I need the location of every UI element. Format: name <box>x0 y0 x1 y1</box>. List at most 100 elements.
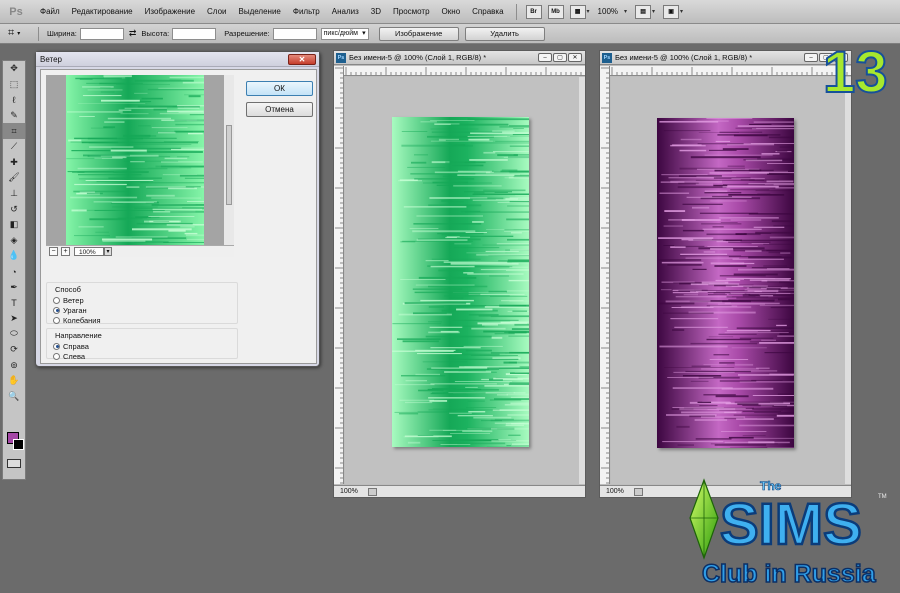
horizontal-ruler[interactable] <box>344 66 585 76</box>
wind-streak <box>452 164 484 167</box>
menu-window[interactable]: Окно <box>436 7 467 16</box>
menu-select[interactable]: Выделение <box>232 7 286 16</box>
minimize-icon[interactable]: – <box>804 53 818 62</box>
paint-bucket-tool-icon[interactable]: ◈ <box>3 233 25 249</box>
wind-streak <box>500 321 529 324</box>
chevron-down-icon[interactable]: ▾ <box>104 247 112 256</box>
document-titlebar[interactable]: Ps Без имени-5 @ 100% (Слой 1, RGB/8) * … <box>334 51 585 65</box>
marquee-tool-icon[interactable]: ⬚ <box>3 77 25 93</box>
preview-scroll-thumb[interactable] <box>226 125 232 205</box>
wind-streak <box>467 118 529 121</box>
menu-filter[interactable]: Фильтр <box>287 7 326 16</box>
wind-streak <box>184 94 204 96</box>
menu-layers[interactable]: Слои <box>201 7 232 16</box>
bridge-button[interactable]: Br <box>525 4 542 19</box>
resolution-units-select[interactable]: пикс/дюйм <box>320 27 369 40</box>
radio-button[interactable] <box>53 316 60 324</box>
hand-tool-icon[interactable]: ✋ <box>3 373 25 389</box>
wind-streak <box>697 143 744 145</box>
direction-option-left[interactable]: Слева <box>47 351 237 361</box>
extras-icon[interactable]: ▦ <box>569 4 586 19</box>
radio-button[interactable] <box>53 306 60 314</box>
background-color-swatch[interactable] <box>13 439 24 450</box>
document-titlebar[interactable]: Ps Без имени-5 @ 100% (Слой 1, RGB/8) * … <box>600 51 851 65</box>
radio-button[interactable] <box>53 352 60 360</box>
history-brush-tool-icon[interactable]: ↺ <box>3 201 25 217</box>
type-tool-icon[interactable]: T <box>3 295 25 311</box>
maximize-icon[interactable]: ▢ <box>553 53 567 62</box>
resolution-field[interactable] <box>272 27 317 40</box>
menu-file[interactable]: Файл <box>34 7 66 16</box>
chevron-down-icon[interactable]: ▾ <box>680 8 683 15</box>
document-scrollbar[interactable] <box>579 77 585 484</box>
preview-zoom-value[interactable]: 100% <box>74 247 104 256</box>
filter-preview[interactable] <box>46 75 234 245</box>
wind-streak <box>771 220 794 223</box>
close-icon[interactable]: ✕ <box>568 53 582 62</box>
screen-mode-icon[interactable]: ▣ <box>663 4 680 19</box>
wind-streak <box>111 202 154 203</box>
healing-brush-tool-icon[interactable]: ✚ <box>3 155 25 171</box>
move-tool-icon[interactable]: ✥ <box>3 61 25 77</box>
shape-tool-icon[interactable]: ⬭ <box>3 326 25 342</box>
horizontal-ruler[interactable] <box>610 66 851 76</box>
ok-button[interactable]: ОК <box>246 81 313 96</box>
clear-button[interactable]: Удалить <box>464 26 545 41</box>
eyedropper-tool-icon[interactable]: ⟋ <box>3 139 25 155</box>
radio-button[interactable] <box>53 342 60 350</box>
wind-streak <box>411 161 427 164</box>
path-selection-tool-icon[interactable]: ➤ <box>3 311 25 327</box>
close-icon[interactable]: ✕ <box>288 54 316 65</box>
method-option-blast[interactable]: Ураган <box>47 305 237 315</box>
wind-streak <box>719 131 763 133</box>
document-zoom[interactable]: 100% <box>606 488 624 495</box>
front-image-button[interactable]: Изображение <box>378 26 459 41</box>
document-zoom[interactable]: 100% <box>340 488 358 495</box>
arrange-documents-icon[interactable]: ▤ <box>635 4 652 19</box>
swap-icon[interactable]: ⇄ <box>129 28 137 39</box>
menu-analysis[interactable]: Анализ <box>326 7 365 16</box>
minibridge-button[interactable]: Mb <box>547 4 564 19</box>
document-scrollbar[interactable] <box>845 77 851 484</box>
dodge-tool-icon[interactable]: ◔ <box>3 264 25 280</box>
pen-tool-icon[interactable]: ✒ <box>3 279 25 295</box>
status-icon[interactable] <box>367 487 377 496</box>
radio-button[interactable] <box>53 296 60 304</box>
menu-image[interactable]: Изображение <box>139 7 201 16</box>
wind-streak <box>670 246 686 248</box>
blur-tool-icon[interactable]: 💧 <box>3 248 25 264</box>
dialog-titlebar[interactable]: Ветер <box>36 52 319 67</box>
zoom-level[interactable]: 100% <box>590 7 626 16</box>
chevron-down-icon[interactable]: ▾ <box>652 8 655 15</box>
method-option-stagger[interactable]: Колебания <box>47 315 237 325</box>
minimize-icon[interactable]: – <box>538 53 552 62</box>
cancel-button[interactable]: Отмена <box>246 102 313 117</box>
menu-3d[interactable]: 3D <box>365 7 387 16</box>
3d-orbit-tool-icon[interactable]: ⊚ <box>3 357 25 373</box>
direction-option-right[interactable]: Справа <box>47 341 237 351</box>
menu-edit[interactable]: Редактирование <box>66 7 139 16</box>
eraser-tool-icon[interactable]: ◧ <box>3 217 25 233</box>
vertical-ruler[interactable] <box>600 66 610 484</box>
quick-mask-icon[interactable] <box>7 459 21 468</box>
clone-stamp-tool-icon[interactable]: ⊥ <box>3 186 25 202</box>
method-option-wind[interactable]: Ветер <box>47 295 237 305</box>
menu-help[interactable]: Справка <box>466 7 509 16</box>
quick-selection-tool-icon[interactable]: ✎ <box>3 108 25 124</box>
zoom-tool-icon[interactable]: 🔍 <box>3 388 25 404</box>
brush-tool-icon[interactable]: 🖌 <box>3 170 25 186</box>
crop-tool-preset-icon[interactable]: ⌗ ▾ <box>8 26 34 42</box>
zoom-out-button[interactable]: − <box>49 247 58 256</box>
wind-streak <box>496 243 529 245</box>
menu-view[interactable]: Просмотр <box>387 7 436 16</box>
3d-rotate-tool-icon[interactable]: ⟳ <box>3 342 25 358</box>
height-field[interactable] <box>172 27 217 40</box>
vertical-ruler[interactable] <box>334 66 344 484</box>
zoom-in-button[interactable]: + <box>61 247 70 256</box>
lasso-tool-icon[interactable]: ℓ <box>3 92 25 108</box>
status-icon[interactable] <box>633 487 643 496</box>
crop-tool-icon[interactable]: ⌗ <box>3 123 25 139</box>
wind-streak <box>487 367 529 369</box>
chevron-down-icon[interactable]: ▾ <box>624 8 627 15</box>
width-field[interactable] <box>79 27 124 40</box>
